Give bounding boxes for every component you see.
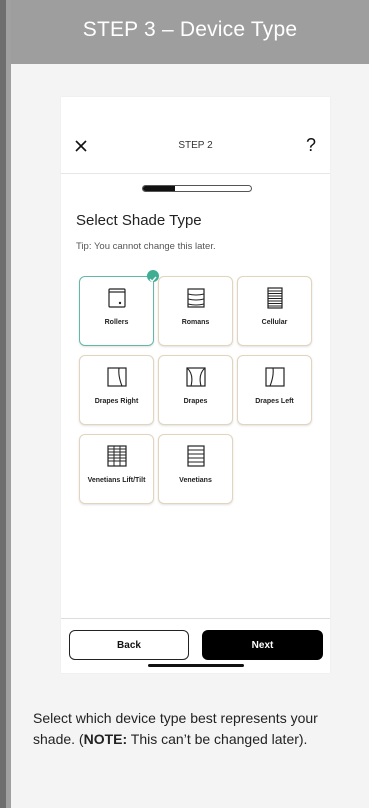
phone-screenshot: STEP 2 ? Select Shade Type Tip: You cann… [61,97,330,673]
drapes-right-icon [106,367,127,387]
tile-label: Drapes [183,398,208,405]
home-indicator [148,664,244,667]
shade-type-tile-drapes-left[interactable]: Drapes Left [237,355,312,425]
step-label: STEP 2 [178,140,213,151]
shade-type-tile-drapes[interactable]: Drapes [158,355,233,425]
tile-label: Cellular [261,319,288,326]
page-title: Select Shade Type [76,212,202,229]
roller-shade-icon [107,288,126,308]
tile-label: Venetians Lift/Tilt [87,477,146,484]
tile-label: Drapes Right [94,398,139,405]
roman-shade-icon [186,288,205,308]
tile-label: Drapes Left [255,398,294,405]
shade-type-tile-cellular[interactable]: Cellular [237,276,312,346]
phone-header: STEP 2 ? [61,97,330,177]
shade-type-tile-drapes-right[interactable]: Drapes Right [79,355,154,425]
header-divider [61,173,330,174]
cellular-shade-icon [266,287,283,309]
progress-fill [143,186,176,191]
left-edge-strip [0,0,6,808]
step-banner: STEP 3 – Device Type [11,0,369,64]
tile-label: Venetians [179,477,212,484]
step-title: STEP 3 – Device Type [82,18,298,41]
drapes-icon [185,367,206,387]
shade-type-tile-romans[interactable]: Romans [158,276,233,346]
shade-type-tile-rollers[interactable]: Rollers [79,276,154,346]
venetian-icon [186,445,205,467]
footer-divider [61,618,330,619]
tile-label: Romans [181,319,210,326]
tip-text: Tip: You cannot change this later. [76,241,216,252]
shade-type-tile-venetians-lift-tilt[interactable]: Venetians Lift/Tilt [79,434,154,504]
help-icon[interactable]: ? [306,135,316,156]
next-button[interactable]: Next [202,630,323,660]
back-button[interactable]: Back [69,630,189,660]
progress-bar [142,185,252,192]
shade-type-tile-venetians[interactable]: Venetians [158,434,233,504]
drapes-left-icon [264,367,285,387]
instruction-text-part: This can’t be changed later). [127,731,308,747]
tile-label: Rollers [104,319,129,326]
venetian-lift-tilt-icon [106,445,127,467]
instruction-text: Select which device type best represents… [33,708,353,750]
note-label: NOTE: [83,731,128,747]
